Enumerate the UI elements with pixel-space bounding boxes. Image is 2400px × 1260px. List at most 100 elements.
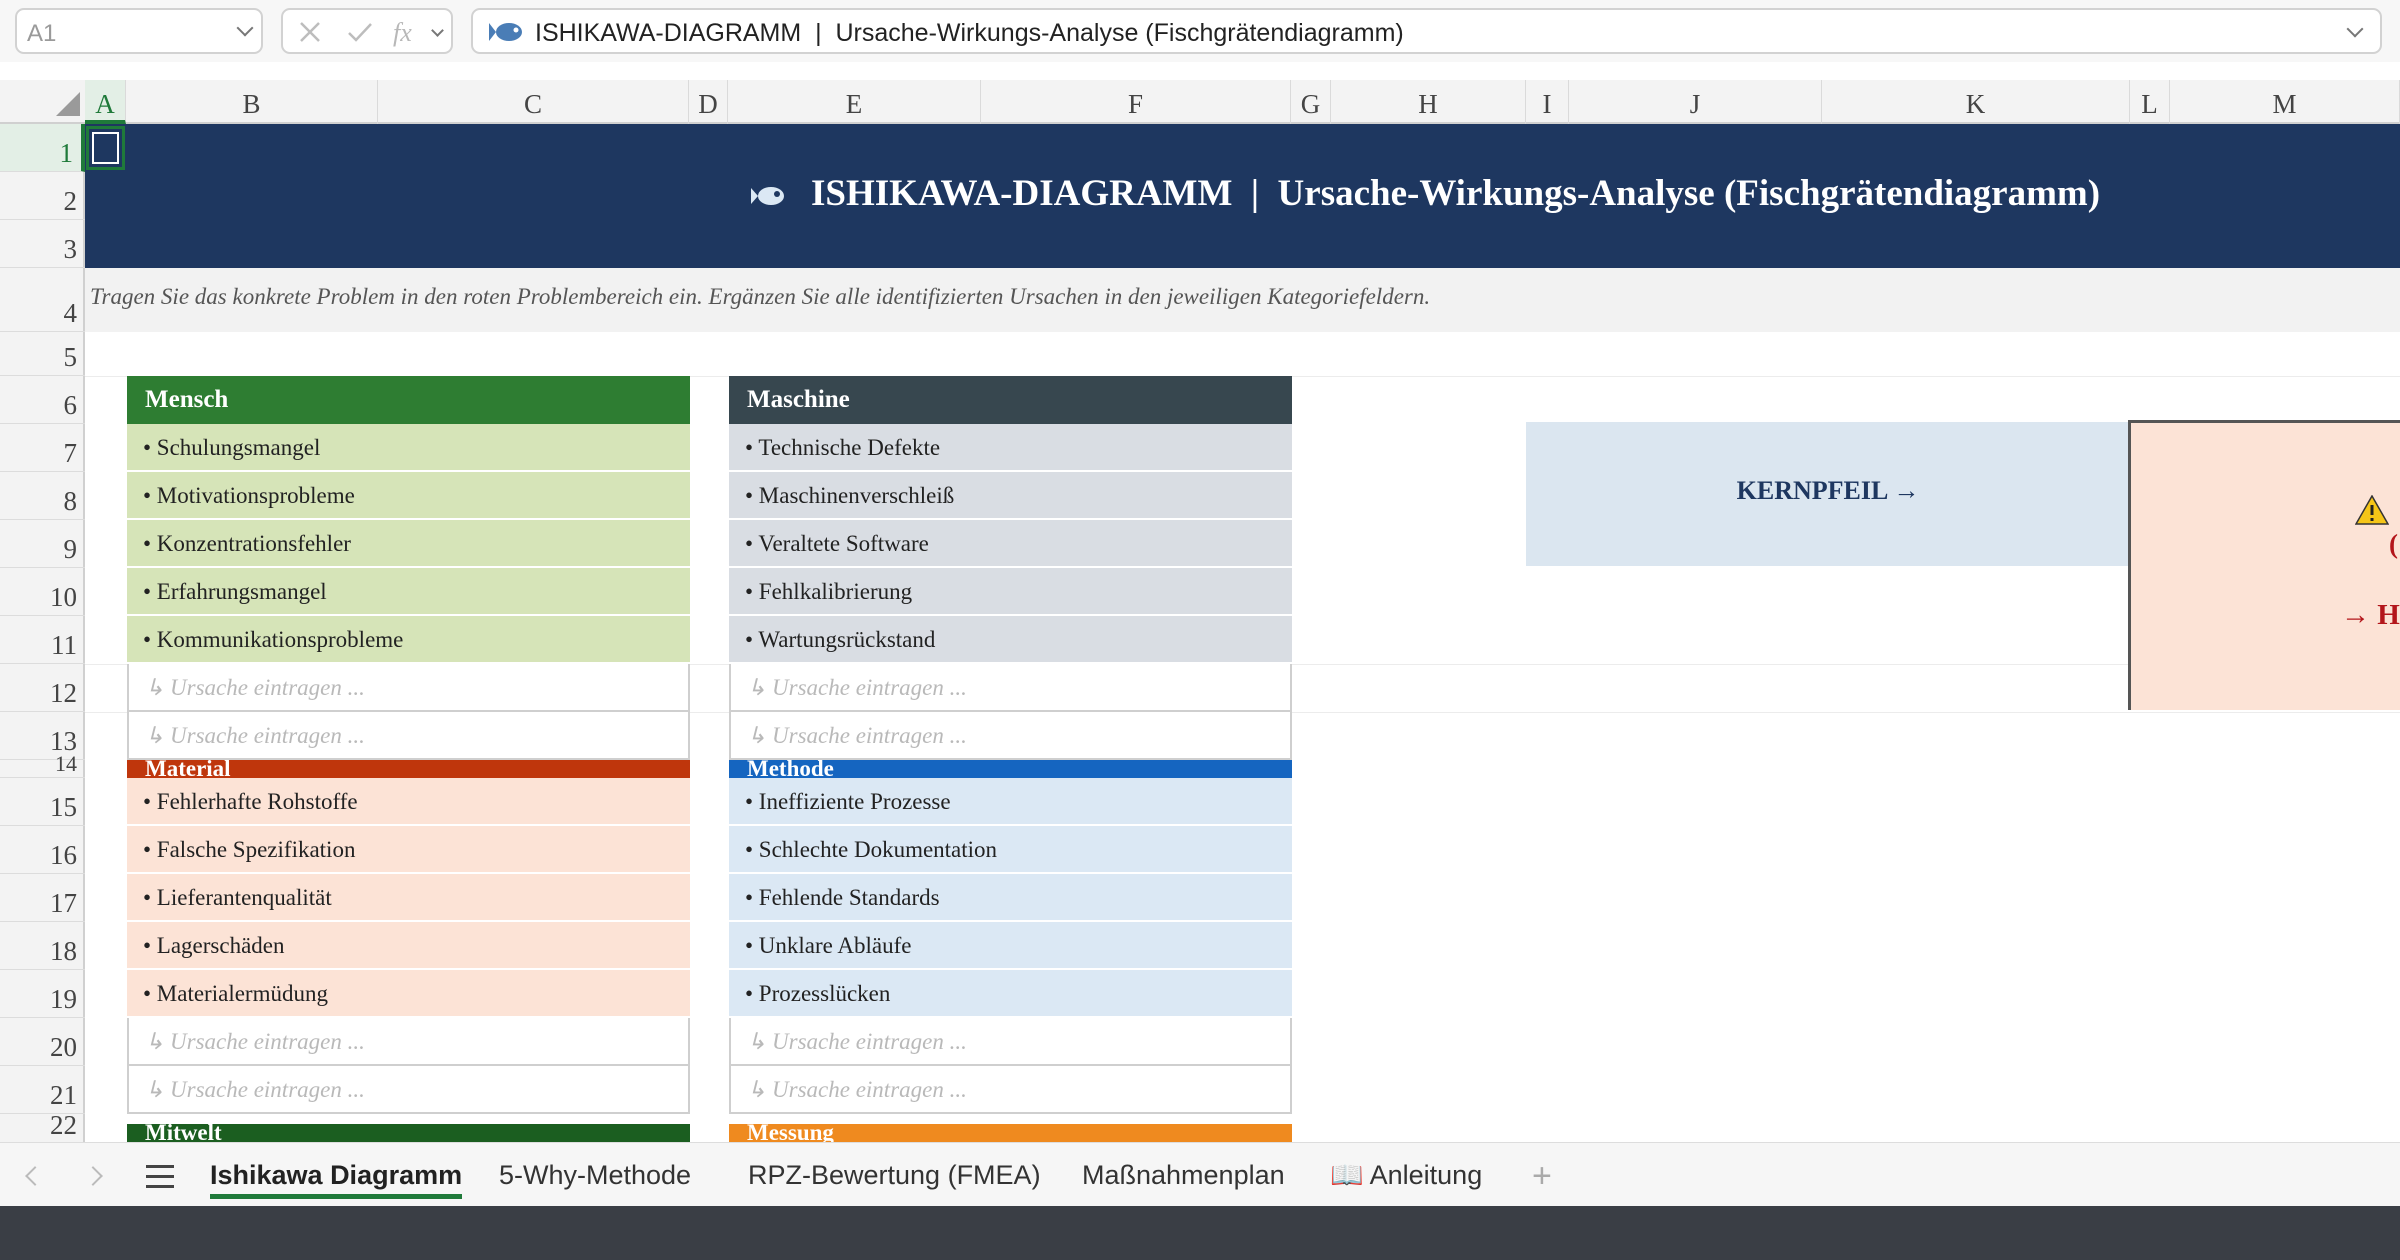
kernpfeil-cell[interactable]: KERNPFEIL →: [1526, 422, 2130, 566]
cause-input-placeholder[interactable]: ↳ Ursache eintragen ...: [729, 712, 1292, 760]
category-header[interactable]: Mensch: [127, 376, 690, 424]
cause-input-placeholder[interactable]: ↳ Ursache eintragen ...: [127, 712, 690, 760]
cause-input-placeholder[interactable]: ↳ Ursache eintragen ...: [127, 664, 690, 712]
category-header[interactable]: Methode: [729, 760, 1292, 778]
category-header[interactable]: Messung: [729, 1124, 1292, 1142]
cell-area[interactable]: ISHIKAWA-DIAGRAMM | Ursache-Wirkungs-Ana…: [85, 124, 2400, 1142]
fish-icon: [489, 23, 522, 41]
cause-cell[interactable]: • Erfahrungsmangel: [127, 568, 690, 616]
cause-cell[interactable]: • Fehlkalibrierung: [729, 568, 1292, 616]
sheet-title: ISHIKAWA-DIAGRAMM | Ursache-Wirkungs-Ana…: [811, 173, 2101, 214]
cause-input-placeholder[interactable]: ↳ Ursache eintragen ...: [729, 1018, 1292, 1066]
cause-cell[interactable]: • Konzentrationsfehler: [127, 520, 690, 568]
cause-cell[interactable]: • Technische Defekte: [729, 424, 1292, 472]
row-header[interactable]: 12: [0, 664, 85, 712]
tab-5-why-methode[interactable]: 5-Why-Methode: [499, 1155, 691, 1199]
chevron-down-icon[interactable]: [431, 24, 444, 37]
chevron-left-icon[interactable]: [25, 1166, 45, 1186]
cause-cell[interactable]: • Ineffiziente Prozesse: [729, 778, 1292, 826]
category-material: Material • Fehlerhafte Rohstoffe • Falsc…: [127, 760, 690, 1114]
row-header[interactable]: 19: [0, 970, 85, 1018]
cause-cell[interactable]: • Prozesslücken: [729, 970, 1292, 1018]
cause-cell[interactable]: • Kommunikationsprobleme: [127, 616, 690, 664]
cause-input-placeholder[interactable]: ↳ Ursache eintragen ...: [729, 1066, 1292, 1114]
cause-cell[interactable]: • Materialermüdung: [127, 970, 690, 1018]
column-header[interactable]: A: [85, 80, 126, 124]
cause-input-placeholder[interactable]: ↳ Ursache eintragen ...: [127, 1018, 690, 1066]
formula-bar: A1 fx ISHIKAWA-DIAGRAMM | Ursache-Wirkun…: [0, 0, 2400, 62]
tab-massnahmenplan[interactable]: Maßnahmenplan: [1082, 1155, 1285, 1199]
cause-input-placeholder[interactable]: ↳ Ursache eintragen ...: [729, 664, 1292, 712]
formula-controls: fx: [281, 8, 453, 54]
row-header[interactable]: 11: [0, 616, 85, 664]
problem-box[interactable]: ( → H: [2128, 420, 2400, 710]
column-header[interactable]: E: [728, 80, 981, 124]
cause-cell[interactable]: • Fehlende Standards: [729, 874, 1292, 922]
cause-cell[interactable]: • Schlechte Dokumentation: [729, 826, 1292, 874]
spreadsheet-grid[interactable]: A B C D E F G H I J K L M 1 2 3 4 5 6 7 …: [0, 80, 2400, 1142]
column-header[interactable]: K: [1822, 80, 2130, 124]
row-header[interactable]: 22: [0, 1110, 85, 1142]
tab-ishikawa-diagramm[interactable]: Ishikawa Diagramm: [210, 1155, 463, 1199]
row-header[interactable]: 2: [0, 172, 85, 220]
column-headers: A B C D E F G H I J K L M: [0, 80, 2400, 124]
row-header[interactable]: 5: [0, 332, 85, 376]
cancel-icon[interactable]: [299, 21, 321, 43]
function-icon[interactable]: fx: [393, 18, 412, 48]
tab-anleitung[interactable]: 📖 Anleitung: [1330, 1155, 1482, 1199]
category-header[interactable]: Mitwelt: [127, 1124, 690, 1142]
selected-cell[interactable]: [86, 126, 125, 170]
column-header[interactable]: I: [1526, 80, 1569, 124]
cause-cell[interactable]: • Lieferantenqualität: [127, 874, 690, 922]
row-header[interactable]: 6: [0, 376, 85, 424]
hamburger-menu-icon[interactable]: [146, 1165, 174, 1189]
add-sheet-icon[interactable]: +: [1532, 1157, 1552, 1196]
row-header[interactable]: 4: [0, 268, 85, 332]
category-mitwelt: Mitwelt: [127, 1124, 690, 1142]
column-header[interactable]: C: [378, 80, 689, 124]
cause-cell[interactable]: • Unklare Abläufe: [729, 922, 1292, 970]
formula-input[interactable]: ISHIKAWA-DIAGRAMM | Ursache-Wirkungs-Ana…: [471, 8, 2382, 54]
cause-cell[interactable]: • Fehlerhafte Rohstoffe: [127, 778, 690, 826]
row-header[interactable]: 17: [0, 874, 85, 922]
column-header[interactable]: F: [981, 80, 1291, 124]
name-box[interactable]: A1: [15, 8, 263, 54]
row-header[interactable]: 1: [0, 124, 85, 172]
confirm-icon[interactable]: [347, 21, 373, 43]
cause-cell[interactable]: • Wartungsrückstand: [729, 616, 1292, 664]
row-header[interactable]: 18: [0, 922, 85, 970]
cause-cell[interactable]: • Falsche Spezifikation: [127, 826, 690, 874]
tab-rpz-bewertung[interactable]: RPZ-Bewertung (FMEA): [748, 1155, 1041, 1199]
expand-formula-icon[interactable]: [2346, 20, 2364, 38]
cause-cell[interactable]: • Veraltete Software: [729, 520, 1292, 568]
select-all-corner[interactable]: [56, 92, 80, 116]
warning-icon: [2355, 495, 2389, 525]
row-header[interactable]: 14: [0, 751, 85, 778]
row-header[interactable]: 10: [0, 568, 85, 616]
cause-cell[interactable]: • Schulungsmangel: [127, 424, 690, 472]
column-header[interactable]: J: [1569, 80, 1822, 124]
chevron-down-icon[interactable]: [236, 19, 254, 37]
row-header[interactable]: 3: [0, 220, 85, 268]
row-header[interactable]: 16: [0, 826, 85, 874]
row-header[interactable]: 9: [0, 520, 85, 568]
row-header[interactable]: 20: [0, 1018, 85, 1066]
row-header[interactable]: 8: [0, 472, 85, 520]
category-maschine: Maschine • Technische Defekte • Maschine…: [729, 376, 1292, 760]
column-header[interactable]: L: [2130, 80, 2170, 124]
row-header[interactable]: 15: [0, 778, 85, 826]
row-header[interactable]: 21: [0, 1066, 85, 1114]
row-header[interactable]: 7: [0, 424, 85, 472]
column-header[interactable]: D: [689, 80, 728, 124]
column-header[interactable]: H: [1331, 80, 1526, 124]
chevron-right-icon[interactable]: [83, 1166, 103, 1186]
cause-cell[interactable]: • Maschinenverschleiß: [729, 472, 1292, 520]
cause-cell[interactable]: • Lagerschäden: [127, 922, 690, 970]
column-header[interactable]: M: [2170, 80, 2400, 124]
category-header[interactable]: Maschine: [729, 376, 1292, 424]
column-header[interactable]: G: [1291, 80, 1331, 124]
cause-cell[interactable]: • Motivationsprobleme: [127, 472, 690, 520]
column-header[interactable]: B: [126, 80, 378, 124]
category-header[interactable]: Material: [127, 760, 690, 778]
cause-input-placeholder[interactable]: ↳ Ursache eintragen ...: [127, 1066, 690, 1114]
